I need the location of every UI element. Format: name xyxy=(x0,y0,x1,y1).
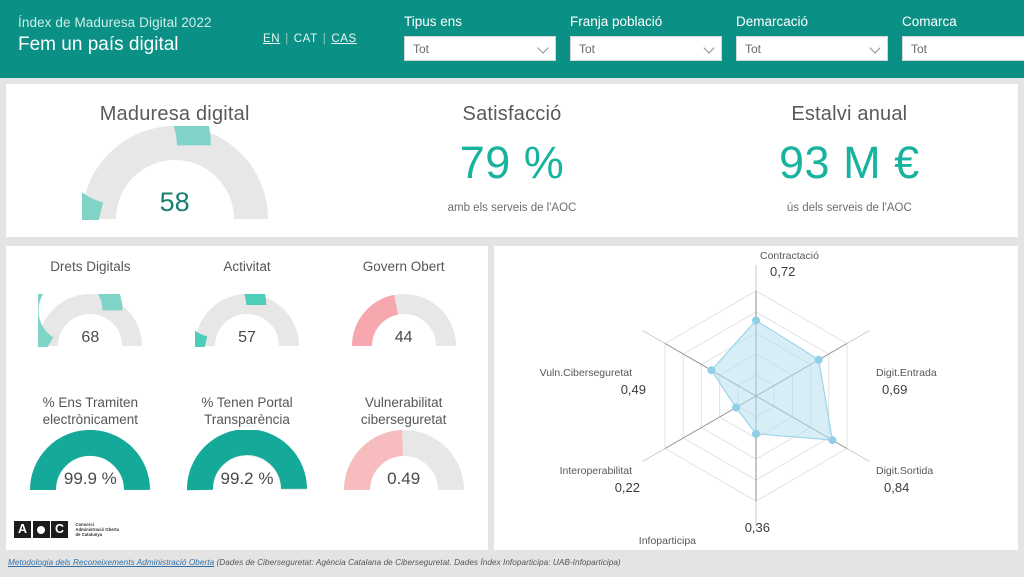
radar-axis-label: Infoparticipa xyxy=(638,535,696,547)
logo-letter-c: C xyxy=(51,521,68,538)
kpi-subtitle-estalvi: ús dels serveis de l'AOC xyxy=(786,202,912,214)
indicator-gauge: 0.49 xyxy=(343,430,464,491)
radar-axis-value: 0,72 xyxy=(770,264,796,279)
filter-label-comarca: Comarca xyxy=(902,14,957,29)
indicator-value: 0.49 xyxy=(387,469,421,488)
radar-axis-value: 0,84 xyxy=(884,480,910,495)
indicators-card: Drets Digitals 68 Activitat 57 Govern Obert 4… xyxy=(6,246,488,550)
indicator-gauge: 44 xyxy=(351,294,456,347)
select-comarca[interactable]: Tot xyxy=(902,36,1024,61)
chevron-down-icon xyxy=(869,41,881,54)
gauge-value-maduresa: 58 xyxy=(159,187,190,217)
indicator-2: Activitat 57 xyxy=(169,256,326,392)
gauge-maduresa-digital: 58 xyxy=(81,126,268,220)
footer-sources: (Dades de Ciberseguretat: Agència Catala… xyxy=(216,558,621,567)
indicator-3: Govern Obert 44 xyxy=(325,256,482,392)
radar-axis-label: Vuln.Ciberseguretat xyxy=(539,367,632,379)
indicator-gauge: 99.9 % xyxy=(30,430,151,491)
indicator-title: Govern Obert xyxy=(362,259,445,274)
radar-axis-label: Contractació xyxy=(760,250,819,262)
select-franja-poblacio[interactable]: Tot xyxy=(570,36,722,61)
indicator-gauge: 99.2 % xyxy=(186,430,307,491)
app-header: Índex de Maduresa Digital 2022 Fem un pa… xyxy=(0,0,1024,78)
logo-letter-o: O xyxy=(32,521,50,538)
aoc-logo-mark: A O C xyxy=(14,521,70,538)
kpi-value-estalvi: 93 M € xyxy=(779,137,920,188)
indicator-6: Vulnerabilitat ciberseguretat 0.49 xyxy=(325,392,482,547)
header-title: Fem un país digital xyxy=(18,34,179,55)
chevron-down-icon xyxy=(703,41,715,54)
radar-axis-value: 0,36 xyxy=(744,520,770,535)
kpi-estalvi-anual: Estalvi anual 93 M € ús dels serveis de … xyxy=(681,84,1018,237)
kpi-satisfaccio: Satisfacció 79 % amb els serveis de l'AO… xyxy=(343,84,680,237)
lang-separator-1: | xyxy=(285,33,289,45)
indicators-grid: Drets Digitals 68 Activitat 57 Govern Obert 4… xyxy=(6,246,488,550)
logo-letter-a: A xyxy=(14,521,31,538)
indicator-title: Vulnerabilitat ciberseguretat xyxy=(360,395,447,427)
filter-label-franja-poblacio: Franja població xyxy=(570,14,663,29)
filter-franja-poblacio: Franja població Tot xyxy=(570,12,722,61)
kpi-title-satisfaccio: Satisfacció xyxy=(462,103,562,125)
radar-axis-label: Digit.Entrada xyxy=(876,367,937,379)
footer-note: Metodologia dels Reconeixements Administ… xyxy=(8,558,621,567)
logo-text-line3: de Catalunya xyxy=(75,532,103,538)
indicator-value: 44 xyxy=(394,329,413,346)
kpi-value-satisfaccio: 79 % xyxy=(459,137,565,188)
indicator-title: % Ens Tramiten electrònicament xyxy=(42,395,138,427)
kpi-title-maduresa: Maduresa digital xyxy=(99,103,250,125)
radar-chart-card: Contractació 0,72 Digit.Entrada 0,69 Digit.S… xyxy=(494,246,1018,550)
aoc-logo-text: Consorci Administració Oberta de Catalun… xyxy=(76,522,120,538)
language-switcher[interactable]: EN | CAT | CAS xyxy=(262,33,358,45)
lang-link-cat[interactable]: CAT xyxy=(293,33,319,45)
header-subtitle: Índex de Maduresa Digital 2022 xyxy=(18,15,212,30)
indicator-gauge: 68 xyxy=(38,294,143,347)
radar-chart: Contractació 0,72 Digit.Entrada 0,69 Digit.S… xyxy=(494,246,1018,550)
indicator-value: 99.9 % xyxy=(63,469,117,488)
radar-axis-value: 0,69 xyxy=(882,382,908,397)
radar-axis-value: 0,22 xyxy=(614,480,640,495)
radar-axis-label: Interoperabilitat xyxy=(559,465,632,477)
indicator-value: 99.2 % xyxy=(220,469,274,488)
select-value-demarcacio: Tot xyxy=(745,41,762,56)
lang-link-en[interactable]: EN xyxy=(262,33,281,45)
radar-axis-label: Digit.Sortida xyxy=(876,465,934,477)
filter-bar: Tipus ens Tot Franja població Tot Demarc… xyxy=(404,12,1024,61)
chevron-down-icon xyxy=(537,41,549,54)
kpi-title-estalvi: Estalvi anual xyxy=(791,103,908,125)
kpi-subtitle-satisfaccio: amb els serveis de l'AOC xyxy=(447,202,577,214)
indicator-title: % Tenen Portal Transparència xyxy=(201,395,293,427)
aoc-logo: A O C Consorci Administració Oberta de C… xyxy=(14,521,119,538)
radar-axis-value: 0,49 xyxy=(620,382,646,397)
indicator-1: Drets Digitals 68 xyxy=(12,256,169,392)
indicator-5: % Tenen Portal Transparència 99.2 % xyxy=(169,392,326,547)
lang-separator-2: | xyxy=(322,33,327,45)
select-value-franja-poblacio: Tot xyxy=(579,41,596,56)
indicator-gauge: 57 xyxy=(194,294,299,347)
filter-tipus-ens: Tipus ens Tot xyxy=(404,12,556,61)
filter-label-demarcacio: Demarcació xyxy=(736,14,809,29)
lang-link-cas[interactable]: CAS xyxy=(330,33,357,45)
brand-block: Índex de Maduresa Digital 2022 Fem un pa… xyxy=(0,0,250,58)
indicator-title: Activitat xyxy=(223,259,271,274)
select-demarcacio[interactable]: Tot xyxy=(736,36,888,61)
filter-demarcacio: Demarcació Tot xyxy=(736,12,888,61)
kpi-summary-card: Maduresa digital 58 Satisfacció 79 % amb… xyxy=(6,84,1018,237)
methodology-link[interactable]: Metodologia dels Reconeixements Administ… xyxy=(8,558,214,567)
indicator-value: 68 xyxy=(81,329,100,346)
select-tipus-ens[interactable]: Tot xyxy=(404,36,556,61)
filter-comarca: Comarca Tot xyxy=(902,12,1024,61)
select-value-tipus-ens: Tot xyxy=(413,41,430,56)
filter-label-tipus-ens: Tipus ens xyxy=(404,14,463,29)
select-value-comarca: Tot xyxy=(911,41,928,56)
kpi-maduresa-digital: Maduresa digital 58 xyxy=(6,84,343,237)
indicator-title: Drets Digitals xyxy=(50,259,131,274)
dashboard-page: Índex de Maduresa Digital 2022 Fem un pa… xyxy=(0,0,1024,577)
indicator-value: 57 xyxy=(238,329,256,346)
